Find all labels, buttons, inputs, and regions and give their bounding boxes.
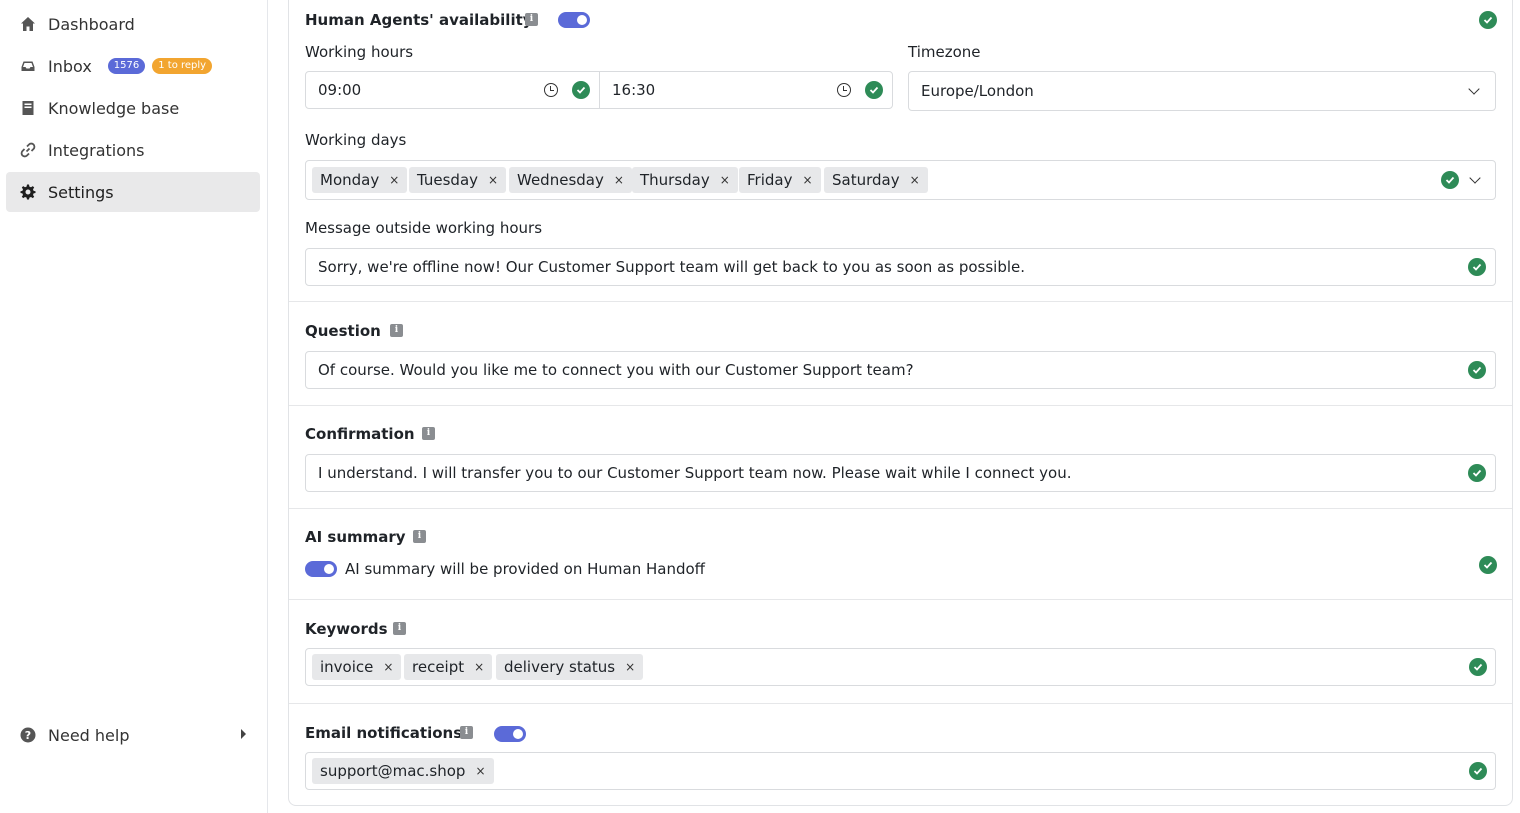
availability-title: Human Agents' availability (305, 11, 533, 29)
sidebar-item-knowledge-base[interactable]: Knowledge base (6, 88, 260, 128)
sidebar-item-label: Inbox (48, 56, 92, 76)
link-icon (20, 142, 36, 158)
email-notifications-section: Email notifications i support@mac.shop × (289, 704, 1512, 805)
check-icon (1441, 171, 1459, 189)
sidebar-item-label: Knowledge base (48, 98, 180, 118)
check-icon (1469, 762, 1487, 780)
book-icon (20, 100, 36, 116)
remove-icon[interactable]: × (802, 173, 812, 187)
clock-icon[interactable] (837, 83, 851, 97)
working-days-select[interactable]: Monday × Tuesday × Wednesday × Thursday × Fr… (305, 160, 1496, 200)
day-chip-friday[interactable]: Friday × (739, 167, 821, 193)
confirmation-input[interactable]: I understand. I will transfer you to our… (305, 454, 1496, 492)
keyword-chip[interactable]: receipt × (404, 654, 493, 680)
question-input[interactable]: Of course. Would you like me to connect … (305, 351, 1496, 389)
remove-icon[interactable]: × (488, 173, 498, 187)
outside-hours-label: Message outside working hours (305, 219, 543, 237)
check-icon (1479, 11, 1497, 29)
question-section: Question i Of course. Would you like me … (289, 302, 1512, 406)
need-help-button[interactable]: ? Need help (6, 715, 260, 755)
working-days-label: Working days (305, 131, 407, 149)
question-icon: ? (20, 727, 36, 743)
day-chip-monday[interactable]: Monday × (312, 167, 408, 193)
confirmation-title: Confirmation (305, 425, 415, 443)
svg-text:?: ? (25, 729, 31, 742)
gear-icon (20, 184, 36, 200)
timezone-label: Timezone (908, 43, 981, 61)
keywords-input[interactable]: invoice × receipt × delivery status × (305, 648, 1496, 686)
keyword-chip[interactable]: invoice × (312, 654, 402, 680)
sidebar-item-label: Dashboard (48, 14, 135, 34)
keyword-chip[interactable]: delivery status × (496, 654, 644, 680)
remove-icon[interactable]: × (614, 173, 624, 187)
remove-icon[interactable]: × (910, 173, 920, 187)
ai-summary-toggle[interactable] (305, 561, 337, 577)
email-recipients-input[interactable]: support@mac.shop × (305, 752, 1496, 790)
inbox-reply-badge: 1 to reply (152, 58, 213, 74)
day-chip-saturday[interactable]: Saturday × (824, 167, 928, 193)
sidebar-item-inbox[interactable]: Inbox 1576 1 to reply (6, 46, 260, 86)
remove-icon[interactable]: × (475, 764, 485, 778)
question-title: Question (305, 322, 381, 340)
remove-icon[interactable]: × (625, 660, 635, 674)
keywords-section: Keywords i invoice × receipt × delivery st… (289, 600, 1512, 704)
sidebar-item-label: Settings (48, 182, 114, 202)
remove-icon[interactable]: × (474, 660, 484, 674)
check-icon (1468, 464, 1486, 482)
home-icon (20, 16, 36, 32)
sidebar-item-integrations[interactable]: Integrations (6, 130, 260, 170)
keywords-title: Keywords (305, 620, 388, 638)
info-icon[interactable]: i (393, 622, 406, 635)
info-icon[interactable]: i (525, 13, 538, 26)
start-time-input[interactable]: 09:00 (305, 71, 600, 109)
info-icon[interactable]: i (390, 324, 403, 337)
caret-right-icon (241, 729, 246, 739)
sidebar-item-settings[interactable]: Settings (6, 172, 260, 212)
timezone-select[interactable]: Europe/London (908, 71, 1496, 111)
day-chip-tuesday[interactable]: Tuesday × (409, 167, 507, 193)
sidebar-item-label: Integrations (48, 140, 145, 160)
chevron-down-icon (1468, 83, 1480, 95)
check-icon (1479, 556, 1497, 574)
sidebar-item-dashboard[interactable]: Dashboard (6, 4, 260, 44)
clock-icon[interactable] (544, 83, 558, 97)
email-chip[interactable]: support@mac.shop × (312, 758, 494, 784)
ai-summary-title: AI summary (305, 528, 406, 546)
handoff-settings-card: Human Agents' availability i Working hou… (288, 0, 1513, 806)
check-icon (865, 81, 883, 99)
info-icon[interactable]: i (413, 530, 426, 543)
remove-icon[interactable]: × (389, 173, 399, 187)
day-chip-thursday[interactable]: Thursday × (632, 167, 738, 193)
info-icon[interactable]: i (422, 427, 435, 440)
availability-section: Human Agents' availability i Working hou… (289, 0, 1512, 302)
confirmation-section: Confirmation i I understand. I will tran… (289, 406, 1512, 509)
chevron-down-icon[interactable] (1469, 172, 1481, 184)
day-chip-wednesday[interactable]: Wednesday × (509, 167, 632, 193)
outside-hours-message-input[interactable]: Sorry, we're offline now! Our Customer S… (305, 248, 1496, 286)
check-icon (1469, 658, 1487, 676)
end-time-input[interactable]: 16:30 (599, 71, 893, 109)
email-notifications-title: Email notifications (305, 724, 463, 742)
inbox-icon (20, 58, 36, 74)
availability-toggle[interactable] (558, 12, 590, 28)
check-icon (572, 81, 590, 99)
email-notifications-toggle[interactable] (494, 726, 526, 742)
inbox-count-badge: 1576 (107, 58, 146, 74)
remove-icon[interactable]: × (383, 660, 393, 674)
info-icon[interactable]: i (460, 726, 473, 739)
check-icon (1468, 361, 1486, 379)
check-icon (1468, 258, 1486, 276)
remove-icon[interactable]: × (720, 173, 730, 187)
working-hours-label: Working hours (305, 43, 414, 61)
ai-summary-toggle-label: AI summary will be provided on Human Han… (345, 560, 706, 578)
sidebar: Dashboard Inbox 1576 1 to reply Knowledg… (0, 0, 268, 813)
need-help-label: Need help (48, 725, 130, 745)
ai-summary-section: AI summary i AI summary will be provided… (289, 509, 1512, 600)
